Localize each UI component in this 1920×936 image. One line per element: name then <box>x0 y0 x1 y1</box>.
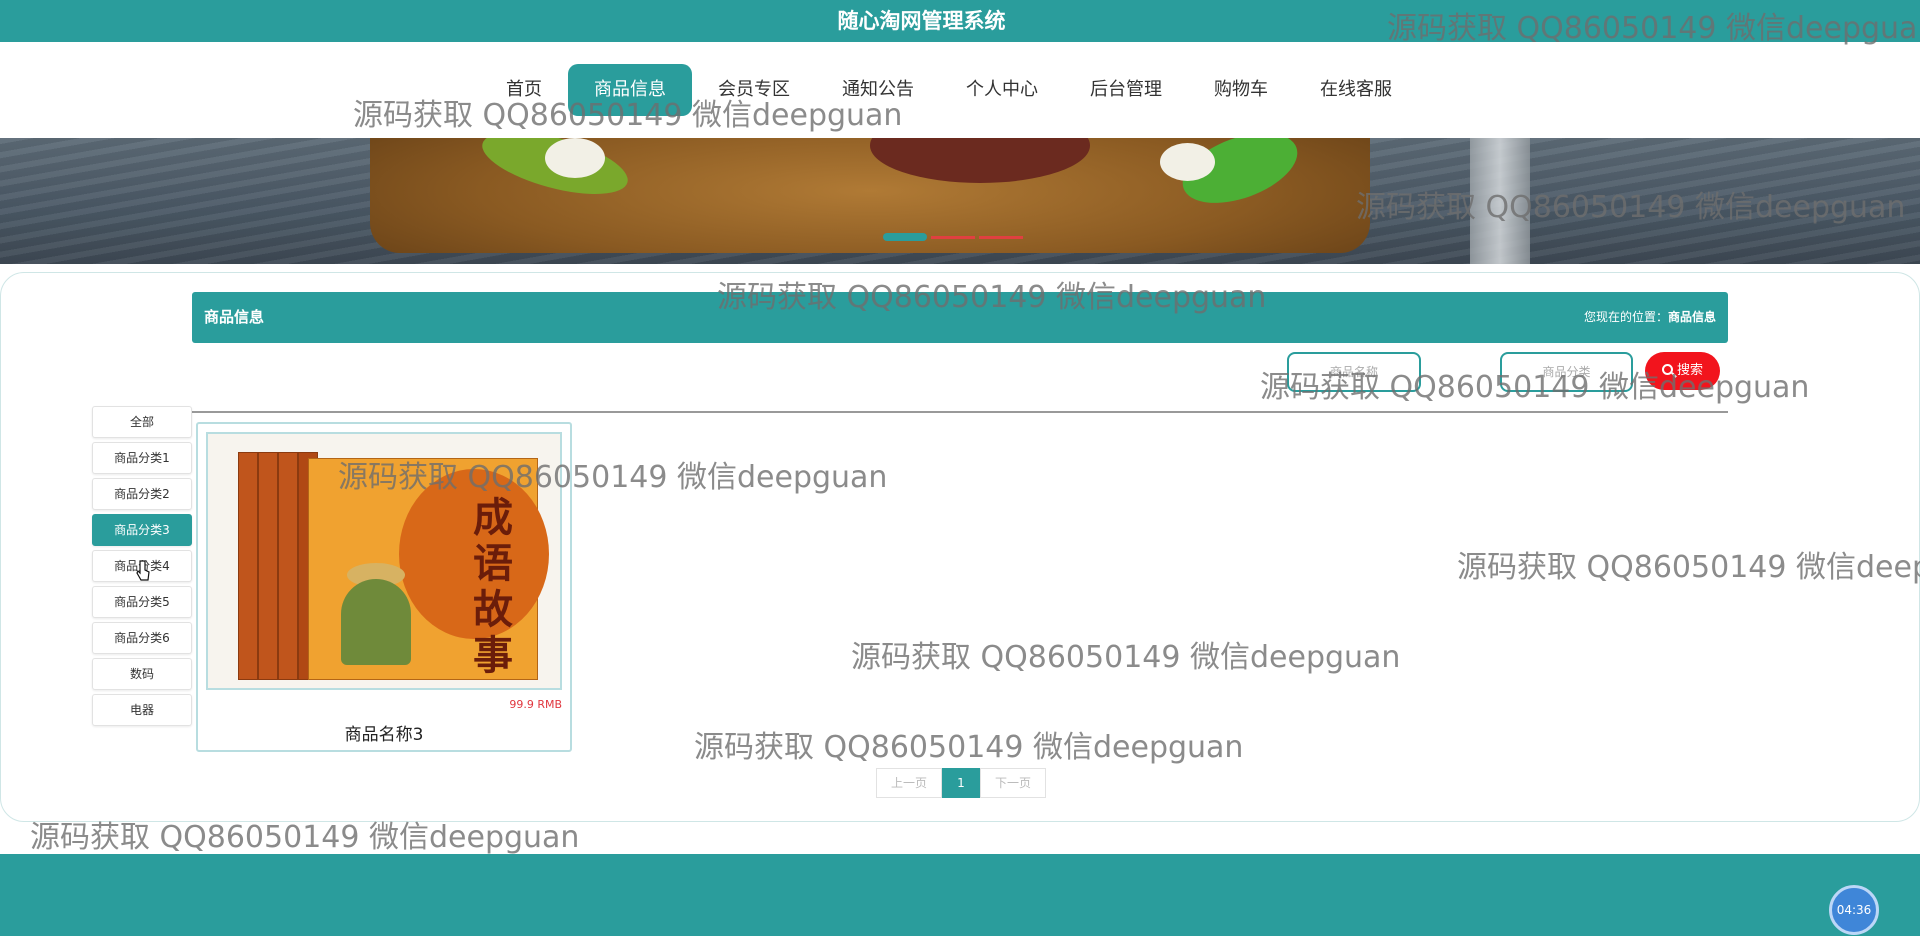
category-item-1[interactable]: 商品分类1 <box>92 442 192 474</box>
divider <box>192 411 1728 413</box>
search-icon <box>1661 364 1673 375</box>
hand-cursor-icon <box>136 560 150 581</box>
nav-item-admin[interactable]: 后台管理 <box>1064 64 1188 116</box>
current-page-button[interactable]: 1 <box>942 768 980 798</box>
category-item-all[interactable]: 全部 <box>92 406 192 438</box>
nav-item-profile[interactable]: 个人中心 <box>940 64 1064 116</box>
nav-item-support[interactable]: 在线客服 <box>1294 64 1418 116</box>
pagination: 上一页 1 下一页 <box>876 768 1046 798</box>
category-item-digital[interactable]: 数码 <box>92 658 192 690</box>
book-cover: 成语故事 <box>308 458 549 680</box>
product-name[interactable]: 商品名称3 <box>198 720 570 745</box>
section-header: 商品信息 您现在的位置：商品信息 <box>192 292 1728 343</box>
footer <box>0 854 1920 936</box>
book-cover-title: 成语故事 <box>473 494 513 679</box>
book-spine <box>258 452 278 680</box>
banner-knife <box>1470 138 1530 264</box>
book-spine <box>238 452 258 680</box>
nav-item-cart[interactable]: 购物车 <box>1188 64 1294 116</box>
nav-bar: 首页 商品信息 会员专区 通知公告 个人中心 后台管理 购物车 在线客服 <box>0 42 1920 138</box>
carousel-dot[interactable] <box>979 236 1023 239</box>
nav-item-members[interactable]: 会员专区 <box>692 64 816 116</box>
nav-item-notices[interactable]: 通知公告 <box>816 64 940 116</box>
nav-item-products[interactable]: 商品信息 <box>568 64 692 116</box>
next-page-button[interactable]: 下一页 <box>980 768 1046 798</box>
category-item-2[interactable]: 商品分类2 <box>92 478 192 510</box>
search-button[interactable]: 搜索 <box>1645 352 1720 390</box>
section-title: 商品信息 <box>204 308 265 326</box>
product-image[interactable]: 成语故事 <box>206 432 562 690</box>
banner-food-topping <box>1160 143 1215 181</box>
product-name-search-input[interactable]: 商品名称 <box>1287 352 1421 392</box>
carousel-indicators <box>883 233 1023 241</box>
carousel-dot[interactable] <box>883 233 927 241</box>
breadcrumb-prefix: 您现在的位置： <box>1583 310 1668 324</box>
breadcrumb-current: 商品信息 <box>1667 310 1716 324</box>
banner-carousel[interactable] <box>0 138 1920 264</box>
category-item-3[interactable]: 商品分类3 <box>92 514 192 546</box>
book-cover-figure <box>341 579 411 665</box>
banner-food-topping <box>545 138 605 178</box>
timer-badge[interactable]: 04:36 <box>1829 885 1879 935</box>
main-nav: 首页 商品信息 会员专区 通知公告 个人中心 后台管理 购物车 在线客服 <box>480 64 1418 116</box>
category-item-6[interactable]: 商品分类6 <box>92 622 192 654</box>
product-price: 99.9 RMB <box>509 698 562 711</box>
breadcrumb: 您现在的位置：商品信息 <box>1584 308 1716 325</box>
product-category-search-input[interactable]: 商品分类 <box>1500 352 1633 392</box>
carousel-dot[interactable] <box>931 236 975 239</box>
title-bar: 随心淘网管理系统 <box>0 0 1920 42</box>
book-spine <box>278 452 298 680</box>
product-card[interactable]: 成语故事 99.9 RMB 商品名称3 <box>196 422 572 752</box>
category-item-appliance[interactable]: 电器 <box>92 694 192 726</box>
nav-item-home[interactable]: 首页 <box>480 64 568 116</box>
search-button-label: 搜索 <box>1676 363 1703 378</box>
category-item-5[interactable]: 商品分类5 <box>92 586 192 618</box>
prev-page-button[interactable]: 上一页 <box>876 768 942 798</box>
app-title: 随心淘网管理系统 <box>837 9 1006 33</box>
